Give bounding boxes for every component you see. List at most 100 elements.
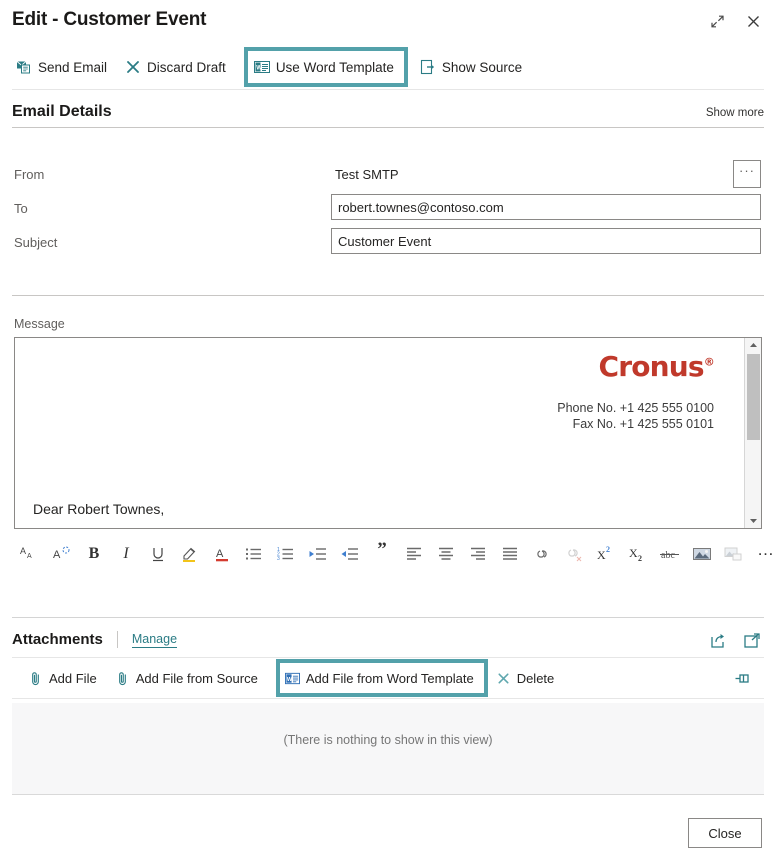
message-content[interactable]: Cronus® Phone No. +1 425 555 0100 Fax No… bbox=[15, 338, 744, 528]
more-options-icon: … bbox=[757, 540, 775, 559]
scroll-up-arrow-icon bbox=[750, 343, 757, 347]
paperclip-icon bbox=[32, 671, 39, 685]
svg-text:2: 2 bbox=[606, 545, 610, 554]
add-file-from-source-label: Add File from Source bbox=[135, 670, 258, 686]
increase-indent-icon bbox=[341, 548, 358, 560]
subject-input[interactable] bbox=[331, 228, 761, 254]
attachments-manage-link[interactable]: Manage bbox=[131, 632, 178, 648]
add-file-from-word-template-button[interactable]: W Add File from Word Template bbox=[275, 659, 488, 697]
scroll-up-button[interactable] bbox=[745, 338, 761, 352]
superscript-button[interactable]: X 2 bbox=[590, 538, 622, 570]
pin-icon bbox=[735, 674, 749, 683]
message-scrollbar[interactable] bbox=[744, 338, 761, 528]
bold-button[interactable]: B bbox=[78, 538, 110, 570]
scroll-down-button[interactable] bbox=[745, 514, 761, 528]
svg-text:W: W bbox=[287, 677, 293, 683]
discard-draft-label: Discard Draft bbox=[147, 59, 226, 75]
close-button[interactable] bbox=[740, 8, 766, 34]
expand-button[interactable] bbox=[704, 8, 730, 34]
add-file-from-word-template-label: Add File from Word Template bbox=[305, 670, 474, 686]
message-scrollbar-thumb[interactable] bbox=[747, 354, 760, 440]
remove-link-icon bbox=[568, 549, 582, 562]
align-center-button[interactable] bbox=[430, 538, 462, 570]
discard-draft-button[interactable]: Discard Draft bbox=[119, 50, 238, 84]
close-dialog-button[interactable]: Close bbox=[688, 818, 762, 848]
send-email-button[interactable]: Send Email bbox=[10, 50, 119, 84]
open-in-new-window-button[interactable] bbox=[742, 631, 762, 651]
close-icon bbox=[747, 15, 759, 27]
send-email-icon bbox=[16, 61, 30, 74]
message-label: Message bbox=[14, 317, 65, 331]
highlight-color-button[interactable] bbox=[174, 538, 206, 570]
clear-formatting-button[interactable]: A bbox=[46, 538, 78, 570]
font-size-button[interactable]: A A bbox=[14, 538, 46, 570]
attachments-title: Attachments bbox=[12, 631, 103, 648]
add-file-label: Add File bbox=[49, 670, 97, 686]
show-more-link[interactable]: Show more bbox=[706, 107, 764, 119]
from-value[interactable]: Test SMTP bbox=[335, 167, 399, 182]
svg-text:A: A bbox=[216, 548, 224, 560]
from-lookup-button[interactable]: ··· bbox=[733, 160, 761, 188]
subscript-button[interactable]: X 2 bbox=[622, 538, 654, 570]
share-icon bbox=[711, 634, 724, 648]
expand-icon bbox=[710, 15, 724, 27]
title-bar: Edit - Customer Event bbox=[0, 0, 776, 44]
window-buttons bbox=[704, 8, 766, 34]
show-source-button[interactable]: Show Source bbox=[414, 50, 534, 84]
show-source-icon bbox=[420, 59, 434, 75]
more-options-button[interactable]: … bbox=[750, 538, 776, 570]
message-greeting: Dear Robert Townes, bbox=[33, 501, 165, 517]
blockquote-button[interactable]: ” bbox=[366, 538, 398, 570]
image-options-button[interactable] bbox=[718, 538, 750, 570]
attachments-action-bar: Add File Add File from Source W Add File… bbox=[12, 657, 764, 699]
show-source-label: Show Source bbox=[441, 59, 523, 75]
cronus-logo: Cronus® bbox=[598, 350, 714, 383]
paperclip-icon bbox=[118, 671, 126, 685]
insert-image-button[interactable] bbox=[686, 538, 718, 570]
align-right-icon bbox=[471, 547, 485, 560]
delete-attachment-button[interactable]: Delete bbox=[492, 663, 569, 693]
align-right-button[interactable] bbox=[462, 538, 494, 570]
pin-button[interactable] bbox=[734, 670, 752, 688]
decrease-indent-button[interactable] bbox=[302, 538, 334, 570]
remove-link-button[interactable] bbox=[558, 538, 590, 570]
word-template-icon: W bbox=[253, 61, 270, 73]
insert-link-button[interactable] bbox=[526, 538, 558, 570]
add-file-button[interactable]: Add File bbox=[24, 663, 111, 693]
align-left-button[interactable] bbox=[398, 538, 430, 570]
numbered-list-button[interactable]: 123 bbox=[270, 538, 302, 570]
font-color-icon: A bbox=[216, 548, 228, 562]
underline-button[interactable] bbox=[142, 538, 174, 570]
to-input[interactable] bbox=[331, 194, 761, 220]
bulleted-list-button[interactable] bbox=[238, 538, 270, 570]
message-editor[interactable]: Cronus® Phone No. +1 425 555 0100 Fax No… bbox=[14, 337, 762, 529]
add-file-from-source-button[interactable]: Add File from Source bbox=[111, 663, 272, 693]
font-size-icon: A A bbox=[20, 546, 32, 560]
send-email-label: Send Email bbox=[38, 59, 108, 75]
align-justify-button[interactable] bbox=[494, 538, 526, 570]
clear-formatting-icon: A bbox=[53, 546, 70, 561]
svg-text:3: 3 bbox=[277, 556, 280, 562]
delete-x-icon bbox=[498, 672, 509, 684]
attachments-header: Attachments Manage bbox=[12, 631, 178, 648]
use-word-template-button[interactable]: W Use Word Template bbox=[243, 47, 408, 87]
cronus-logo-mark: ® bbox=[703, 355, 715, 369]
strikethrough-button[interactable]: abc bbox=[654, 538, 686, 570]
strikethrough-icon: abc bbox=[660, 550, 679, 561]
discard-x-icon bbox=[127, 61, 139, 73]
increase-indent-button[interactable] bbox=[334, 538, 366, 570]
blockquote-icon: ” bbox=[377, 538, 387, 560]
company-contact-info: Phone No. +1 425 555 0100 Fax No. +1 425… bbox=[557, 400, 714, 432]
insert-image-icon bbox=[693, 548, 711, 560]
attachments-header-divider bbox=[116, 631, 118, 648]
font-color-button[interactable]: A bbox=[206, 538, 238, 570]
underline-icon bbox=[153, 548, 163, 562]
svg-text:A: A bbox=[27, 553, 32, 560]
italic-button[interactable]: I bbox=[110, 538, 142, 570]
image-options-icon bbox=[724, 547, 742, 561]
align-justify-icon bbox=[503, 547, 517, 560]
use-word-template-label: Use Word Template bbox=[275, 59, 394, 75]
share-button[interactable] bbox=[708, 631, 728, 651]
scroll-down-arrow-icon bbox=[750, 519, 757, 523]
bold-icon: B bbox=[88, 545, 100, 562]
